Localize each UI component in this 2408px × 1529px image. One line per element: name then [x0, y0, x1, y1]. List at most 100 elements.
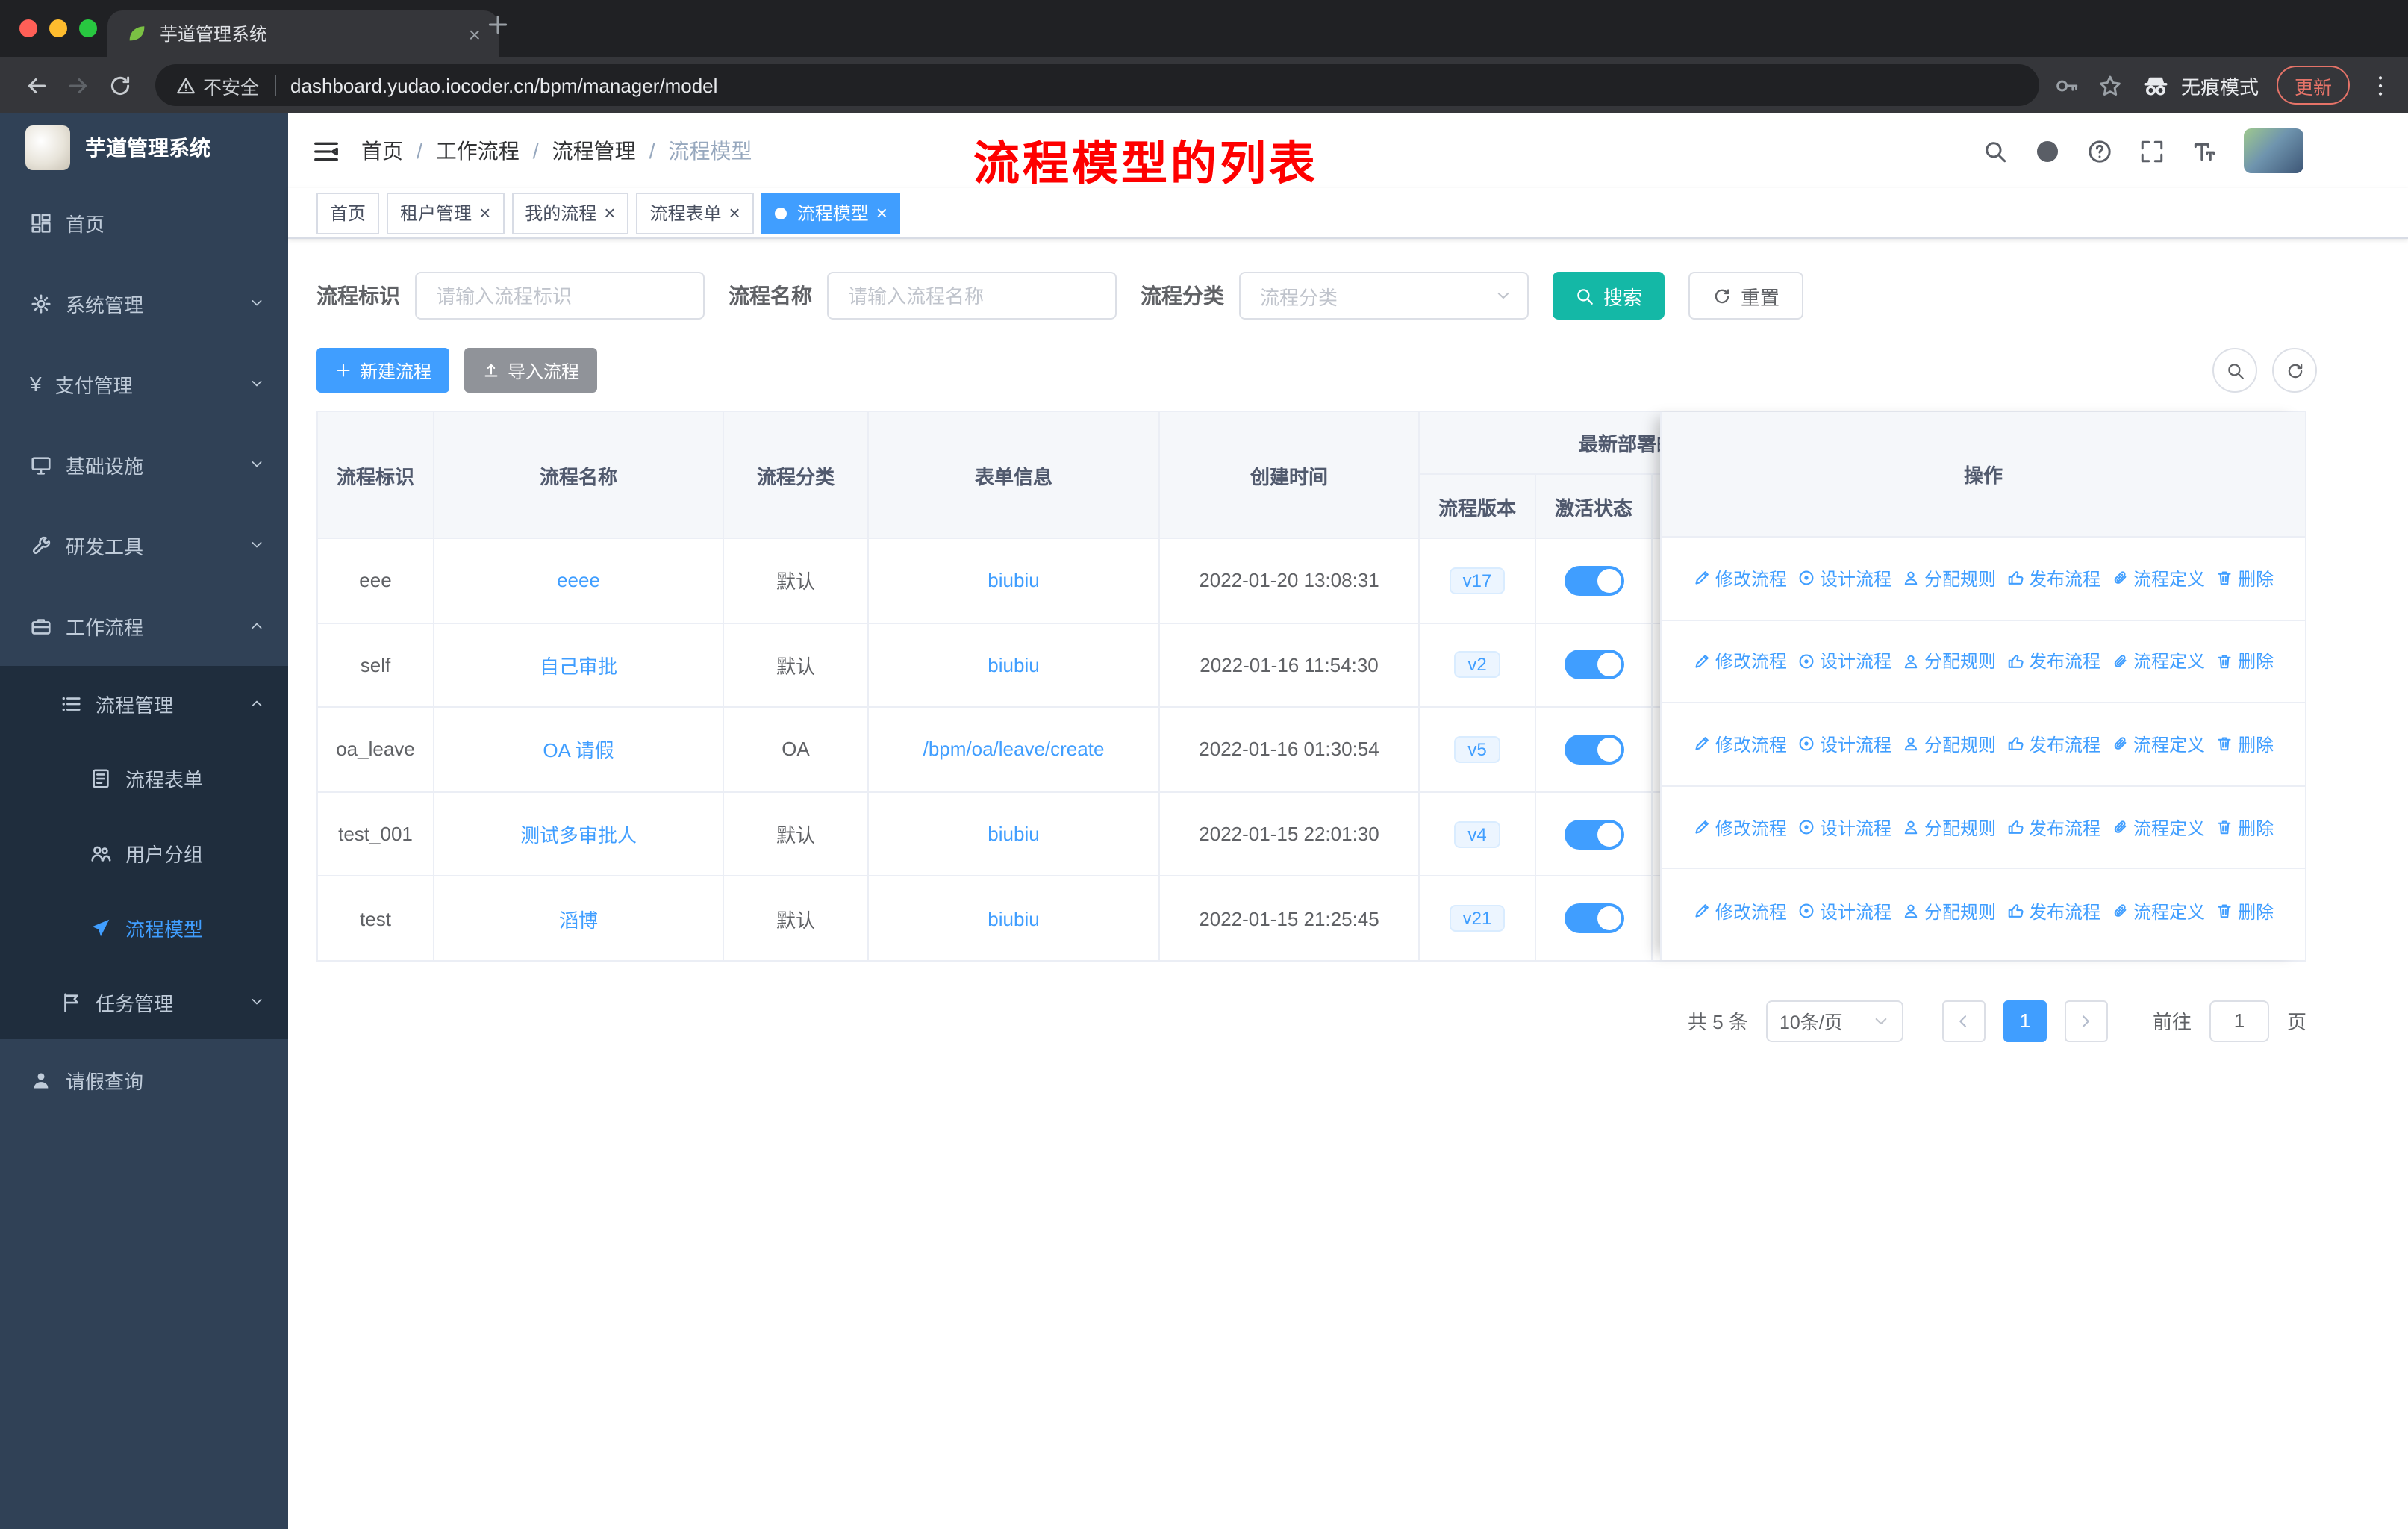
op-delete[interactable]: 删除 [2215, 649, 2274, 674]
reset-button[interactable]: 重置 [1688, 272, 1804, 320]
form-info-link[interactable]: biubiu [988, 654, 1039, 676]
back-button[interactable] [15, 64, 57, 106]
op-edit-process[interactable]: 修改流程 [1693, 732, 1787, 757]
op-assign-rule[interactable]: 分配规则 [1902, 732, 1996, 757]
bookmark-star-icon[interactable] [2097, 72, 2123, 98]
op-design-process[interactable]: 设计流程 [1797, 898, 1891, 924]
current-page-button[interactable]: 1 [2003, 1000, 2047, 1042]
op-design-process[interactable]: 设计流程 [1797, 566, 1891, 591]
github-icon[interactable] [2035, 138, 2060, 164]
reload-button[interactable] [99, 64, 140, 106]
op-delete[interactable]: 删除 [2215, 732, 2274, 757]
op-assign-rule[interactable]: 分配规则 [1902, 898, 1996, 924]
sidebar-item-user-group[interactable]: 用户分组 [0, 815, 288, 890]
goto-page-input[interactable] [2209, 1000, 2269, 1042]
question-icon[interactable] [2087, 138, 2112, 164]
sidebar-item-home[interactable]: 首页 [0, 182, 288, 263]
op-publish-process[interactable]: 发布流程 [2006, 732, 2100, 757]
op-process-definition[interactable]: 流程定义 [2111, 649, 2205, 674]
op-delete[interactable]: 删除 [2215, 898, 2274, 924]
form-info-link[interactable]: biubiu [988, 907, 1039, 929]
op-delete[interactable]: 删除 [2215, 566, 2274, 591]
password-key-icon[interactable] [2054, 72, 2080, 98]
sidebar-item-process-management[interactable]: 流程管理 [0, 666, 288, 741]
activation-toggle[interactable] [1564, 650, 1623, 680]
breadcrumb-item[interactable]: 首页 [361, 136, 403, 166]
sidebar-item-system[interactable]: 系统管理 [0, 263, 288, 343]
tag-process-model[interactable]: 流程模型 × [761, 192, 901, 234]
prev-page-button[interactable] [1941, 1000, 1986, 1042]
user-avatar[interactable] [2244, 128, 2303, 173]
fontsize-icon[interactable] [2192, 138, 2217, 164]
process-name-link[interactable]: 滔博 [559, 904, 598, 932]
close-icon[interactable]: × [876, 203, 888, 222]
maximize-window-button[interactable] [79, 19, 97, 37]
security-warning[interactable]: 不安全 [176, 71, 259, 99]
process-name-link[interactable]: eeee [557, 570, 600, 592]
op-assign-rule[interactable]: 分配规则 [1902, 649, 1996, 674]
activation-toggle[interactable] [1564, 565, 1623, 596]
tag-tenant[interactable]: 租户管理 × [387, 192, 505, 234]
sidebar-item-process-form[interactable]: 流程表单 [0, 741, 288, 815]
op-publish-process[interactable]: 发布流程 [2006, 649, 2100, 674]
op-process-definition[interactable]: 流程定义 [2111, 566, 2205, 591]
sidebar-item-devtools[interactable]: 研发工具 [0, 505, 288, 585]
tag-process-form[interactable]: 流程表单 × [636, 192, 754, 234]
op-process-definition[interactable]: 流程定义 [2111, 898, 2205, 924]
create-process-button[interactable]: 新建流程 [316, 348, 450, 393]
process-name-link[interactable]: OA 请假 [543, 735, 614, 764]
tag-my-process[interactable]: 我的流程 × [511, 192, 629, 234]
forward-button[interactable] [57, 64, 99, 106]
process-name-link[interactable]: 测试多审批人 [520, 820, 637, 848]
op-design-process[interactable]: 设计流程 [1797, 815, 1891, 840]
form-info-link[interactable]: biubiu [988, 570, 1039, 592]
op-delete[interactable]: 删除 [2215, 815, 2274, 840]
breadcrumb-item[interactable]: 工作流程 [436, 136, 520, 166]
activation-toggle[interactable] [1564, 903, 1623, 934]
new-tab-button[interactable] [485, 12, 511, 37]
op-edit-process[interactable]: 修改流程 [1693, 815, 1787, 840]
browser-menu-button[interactable] [2368, 72, 2393, 98]
process-name-input[interactable] [827, 272, 1117, 320]
op-edit-process[interactable]: 修改流程 [1693, 898, 1787, 924]
sidebar-item-process-model[interactable]: 流程模型 [0, 890, 288, 965]
op-edit-process[interactable]: 修改流程 [1693, 649, 1787, 674]
op-publish-process[interactable]: 发布流程 [2006, 815, 2100, 840]
search-icon[interactable] [1983, 138, 2008, 164]
tab-close-icon[interactable]: × [469, 23, 481, 44]
process-key-input[interactable] [415, 272, 705, 320]
fullscreen-icon[interactable] [2139, 138, 2165, 164]
sidebar-collapse-button[interactable] [312, 137, 340, 165]
breadcrumb-item[interactable]: 流程管理 [552, 136, 636, 166]
sidebar-item-workflow[interactable]: 工作流程 [0, 585, 288, 666]
url-bar[interactable]: 不安全 dashboard.yudao.iocoder.cn/bpm/manag… [155, 64, 2039, 106]
page-size-select[interactable]: 10条/页 [1765, 1000, 1903, 1042]
op-process-definition[interactable]: 流程定义 [2111, 815, 2205, 840]
op-edit-process[interactable]: 修改流程 [1693, 566, 1787, 591]
search-button[interactable]: 搜索 [1553, 272, 1665, 320]
close-icon[interactable]: × [479, 203, 490, 222]
sidebar-item-task-management[interactable]: 任务管理 [0, 965, 288, 1039]
op-publish-process[interactable]: 发布流程 [2006, 566, 2100, 591]
refresh-table-button[interactable] [2272, 348, 2317, 393]
close-icon[interactable]: × [729, 203, 740, 222]
process-name-link[interactable]: 自己审批 [540, 651, 617, 679]
sidebar-item-payment[interactable]: ¥ 支付管理 [0, 343, 288, 424]
close-icon[interactable]: × [604, 203, 615, 222]
op-assign-rule[interactable]: 分配规则 [1902, 566, 1996, 591]
form-info-link[interactable]: /bpm/oa/leave/create [923, 738, 1105, 761]
op-design-process[interactable]: 设计流程 [1797, 732, 1891, 757]
import-process-button[interactable]: 导入流程 [464, 348, 598, 393]
category-select[interactable]: 流程分类 [1239, 272, 1529, 320]
tag-home[interactable]: 首页 [316, 192, 380, 234]
op-publish-process[interactable]: 发布流程 [2006, 898, 2100, 924]
next-page-button[interactable] [2064, 1000, 2108, 1042]
minimize-window-button[interactable] [49, 19, 67, 37]
op-design-process[interactable]: 设计流程 [1797, 649, 1891, 674]
show-search-button[interactable] [2212, 348, 2257, 393]
op-assign-rule[interactable]: 分配规则 [1902, 815, 1996, 840]
sidebar-item-leave-query[interactable]: 请假查询 [0, 1039, 288, 1120]
activation-toggle[interactable] [1564, 734, 1623, 764]
sidebar-item-infrastructure[interactable]: 基础设施 [0, 424, 288, 505]
op-process-definition[interactable]: 流程定义 [2111, 732, 2205, 757]
